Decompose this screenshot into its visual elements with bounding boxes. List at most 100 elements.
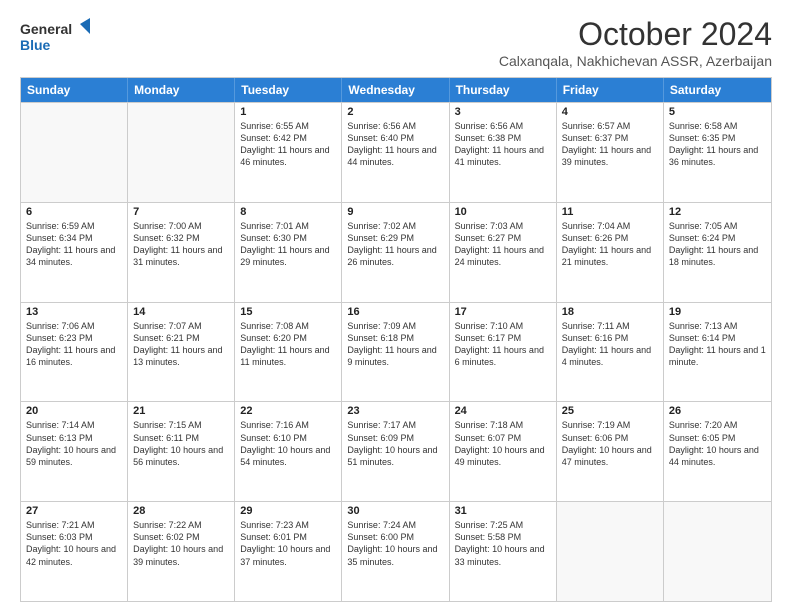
month-title: October 2024 <box>499 16 772 53</box>
header-cell-saturday: Saturday <box>664 78 771 102</box>
calendar-cell: 11 Sunrise: 7:04 AMSunset: 6:26 PMDayligh… <box>557 203 664 302</box>
cell-info: Sunrise: 7:02 AMSunset: 6:29 PMDaylight:… <box>347 220 443 269</box>
day-number: 22 <box>240 405 336 417</box>
calendar-cell: 8 Sunrise: 7:01 AMSunset: 6:30 PMDaylight… <box>235 203 342 302</box>
day-number: 7 <box>133 206 229 218</box>
calendar-body: 1Sunrise: 6:55 AMSunset: 6:42 PMDaylight… <box>21 102 771 601</box>
day-number: 2 <box>347 106 443 118</box>
cell-info: Sunrise: 7:23 AMSunset: 6:01 PMDaylight:… <box>240 519 336 568</box>
calendar-cell: 28Sunrise: 7:22 AMSunset: 6:02 PMDayligh… <box>128 502 235 601</box>
day-number: 14 <box>133 306 229 318</box>
cell-info: Sunrise: 6:56 AMSunset: 6:40 PMDaylight:… <box>347 120 443 169</box>
calendar-cell: 14 Sunrise: 7:07 AMSunset: 6:21 PMDayligh… <box>128 303 235 402</box>
cell-info: Sunrise: 7:19 AMSunset: 6:06 PMDaylight:… <box>562 419 658 468</box>
calendar-cell: 25Sunrise: 7:19 AMSunset: 6:06 PMDayligh… <box>557 402 664 501</box>
calendar-row-3: 20Sunrise: 7:14 AMSunset: 6:13 PMDayligh… <box>21 401 771 501</box>
day-number: 18 <box>562 306 658 318</box>
calendar-cell: 17 Sunrise: 7:10 AMSunset: 6:17 PMDayligh… <box>450 303 557 402</box>
calendar-cell: 4Sunrise: 6:57 AMSunset: 6:37 PMDaylight… <box>557 103 664 202</box>
calendar-cell: 5 Sunrise: 6:58 AMSunset: 6:35 PMDaylight… <box>664 103 771 202</box>
header-cell-sunday: Sunday <box>21 78 128 102</box>
calendar-header: SundayMondayTuesdayWednesdayThursdayFrid… <box>21 78 771 102</box>
cell-info: Sunrise: 6:55 AMSunset: 6:42 PMDaylight:… <box>240 120 336 169</box>
day-number: 3 <box>455 106 551 118</box>
cell-info: Sunrise: 7:20 AMSunset: 6:05 PMDaylight:… <box>669 419 766 468</box>
day-number: 30 <box>347 505 443 517</box>
day-number: 10 <box>455 206 551 218</box>
cell-info: Sunrise: 7:25 AMSunset: 5:58 PMDaylight:… <box>455 519 551 568</box>
day-number: 27 <box>26 505 122 517</box>
cell-info: Sunrise: 6:59 AMSunset: 6:34 PMDaylight:… <box>26 220 122 269</box>
cell-info: Sunrise: 7:18 AMSunset: 6:07 PMDaylight:… <box>455 419 551 468</box>
cell-info: Sunrise: 7:07 AMSunset: 6:21 PMDaylight:… <box>133 320 229 369</box>
day-number: 17 <box>455 306 551 318</box>
day-number: 9 <box>347 206 443 218</box>
calendar-cell: 13Sunrise: 7:06 AMSunset: 6:23 PMDayligh… <box>21 303 128 402</box>
calendar-cell: 7Sunrise: 7:00 AMSunset: 6:32 PMDaylight… <box>128 203 235 302</box>
cell-info: Sunrise: 7:17 AMSunset: 6:09 PMDaylight:… <box>347 419 443 468</box>
cell-info: Sunrise: 7:16 AMSunset: 6:10 PMDaylight:… <box>240 419 336 468</box>
calendar-cell: 30Sunrise: 7:24 AMSunset: 6:00 PMDayligh… <box>342 502 449 601</box>
cell-info: Sunrise: 7:01 AMSunset: 6:30 PMDaylight:… <box>240 220 336 269</box>
calendar-cell: 24 Sunrise: 7:18 AMSunset: 6:07 PMDayligh… <box>450 402 557 501</box>
day-number: 29 <box>240 505 336 517</box>
page: General Blue October 2024 Calxanqala, Na… <box>0 0 792 612</box>
calendar-row-0: 1Sunrise: 6:55 AMSunset: 6:42 PMDaylight… <box>21 102 771 202</box>
calendar-cell: 18 Sunrise: 7:11 AMSunset: 6:16 PMDayligh… <box>557 303 664 402</box>
logo-svg: General Blue <box>20 16 90 56</box>
calendar-cell <box>128 103 235 202</box>
cell-info: Sunrise: 7:14 AMSunset: 6:13 PMDaylight:… <box>26 419 122 468</box>
calendar-cell: 22 Sunrise: 7:16 AMSunset: 6:10 PMDayligh… <box>235 402 342 501</box>
day-number: 31 <box>455 505 551 517</box>
cell-info: Sunrise: 7:03 AMSunset: 6:27 PMDaylight:… <box>455 220 551 269</box>
logo: General Blue <box>20 16 90 56</box>
calendar-cell: 6 Sunrise: 6:59 AMSunset: 6:34 PMDaylight… <box>21 203 128 302</box>
day-number: 5 <box>669 106 766 118</box>
calendar-cell: 19Sunrise: 7:13 AMSunset: 6:14 PMDayligh… <box>664 303 771 402</box>
header-cell-thursday: Thursday <box>450 78 557 102</box>
cell-info: Sunrise: 7:09 AMSunset: 6:18 PMDaylight:… <box>347 320 443 369</box>
calendar-cell <box>21 103 128 202</box>
day-number: 23 <box>347 405 443 417</box>
cell-info: Sunrise: 7:21 AMSunset: 6:03 PMDaylight:… <box>26 519 122 568</box>
cell-info: Sunrise: 7:05 AMSunset: 6:24 PMDaylight:… <box>669 220 766 269</box>
calendar-cell: 2 Sunrise: 6:56 AMSunset: 6:40 PMDaylight… <box>342 103 449 202</box>
calendar-cell: 15 Sunrise: 7:08 AMSunset: 6:20 PMDayligh… <box>235 303 342 402</box>
cell-info: Sunrise: 7:15 AMSunset: 6:11 PMDaylight:… <box>133 419 229 468</box>
calendar-cell: 16 Sunrise: 7:09 AMSunset: 6:18 PMDayligh… <box>342 303 449 402</box>
svg-text:General: General <box>20 21 72 37</box>
day-number: 12 <box>669 206 766 218</box>
calendar-cell: 31 Sunrise: 7:25 AMSunset: 5:58 PMDayligh… <box>450 502 557 601</box>
header: General Blue October 2024 Calxanqala, Na… <box>20 16 772 69</box>
day-number: 6 <box>26 206 122 218</box>
cell-info: Sunrise: 7:22 AMSunset: 6:02 PMDaylight:… <box>133 519 229 568</box>
calendar-cell: 10 Sunrise: 7:03 AMSunset: 6:27 PMDayligh… <box>450 203 557 302</box>
day-number: 13 <box>26 306 122 318</box>
calendar-cell <box>664 502 771 601</box>
day-number: 24 <box>455 405 551 417</box>
day-number: 11 <box>562 206 658 218</box>
day-number: 15 <box>240 306 336 318</box>
day-number: 19 <box>669 306 766 318</box>
calendar-cell: 20Sunrise: 7:14 AMSunset: 6:13 PMDayligh… <box>21 402 128 501</box>
svg-text:Blue: Blue <box>20 37 51 53</box>
calendar-cell: 29 Sunrise: 7:23 AMSunset: 6:01 PMDayligh… <box>235 502 342 601</box>
cell-info: Sunrise: 7:10 AMSunset: 6:17 PMDaylight:… <box>455 320 551 369</box>
day-number: 8 <box>240 206 336 218</box>
title-block: October 2024 Calxanqala, Nakhichevan ASS… <box>499 16 772 69</box>
calendar-cell: 1Sunrise: 6:55 AMSunset: 6:42 PMDaylight… <box>235 103 342 202</box>
cell-info: Sunrise: 7:11 AMSunset: 6:16 PMDaylight:… <box>562 320 658 369</box>
cell-info: Sunrise: 6:58 AMSunset: 6:35 PMDaylight:… <box>669 120 766 169</box>
header-cell-tuesday: Tuesday <box>235 78 342 102</box>
calendar-row-2: 13Sunrise: 7:06 AMSunset: 6:23 PMDayligh… <box>21 302 771 402</box>
calendar-cell: 12 Sunrise: 7:05 AMSunset: 6:24 PMDayligh… <box>664 203 771 302</box>
cell-info: Sunrise: 6:56 AMSunset: 6:38 PMDaylight:… <box>455 120 551 169</box>
header-cell-friday: Friday <box>557 78 664 102</box>
day-number: 16 <box>347 306 443 318</box>
calendar-cell: 9 Sunrise: 7:02 AMSunset: 6:29 PMDaylight… <box>342 203 449 302</box>
cell-info: Sunrise: 7:04 AMSunset: 6:26 PMDaylight:… <box>562 220 658 269</box>
day-number: 26 <box>669 405 766 417</box>
cell-info: Sunrise: 7:08 AMSunset: 6:20 PMDaylight:… <box>240 320 336 369</box>
calendar-row-4: 27 Sunrise: 7:21 AMSunset: 6:03 PMDayligh… <box>21 501 771 601</box>
calendar-cell: 26 Sunrise: 7:20 AMSunset: 6:05 PMDayligh… <box>664 402 771 501</box>
